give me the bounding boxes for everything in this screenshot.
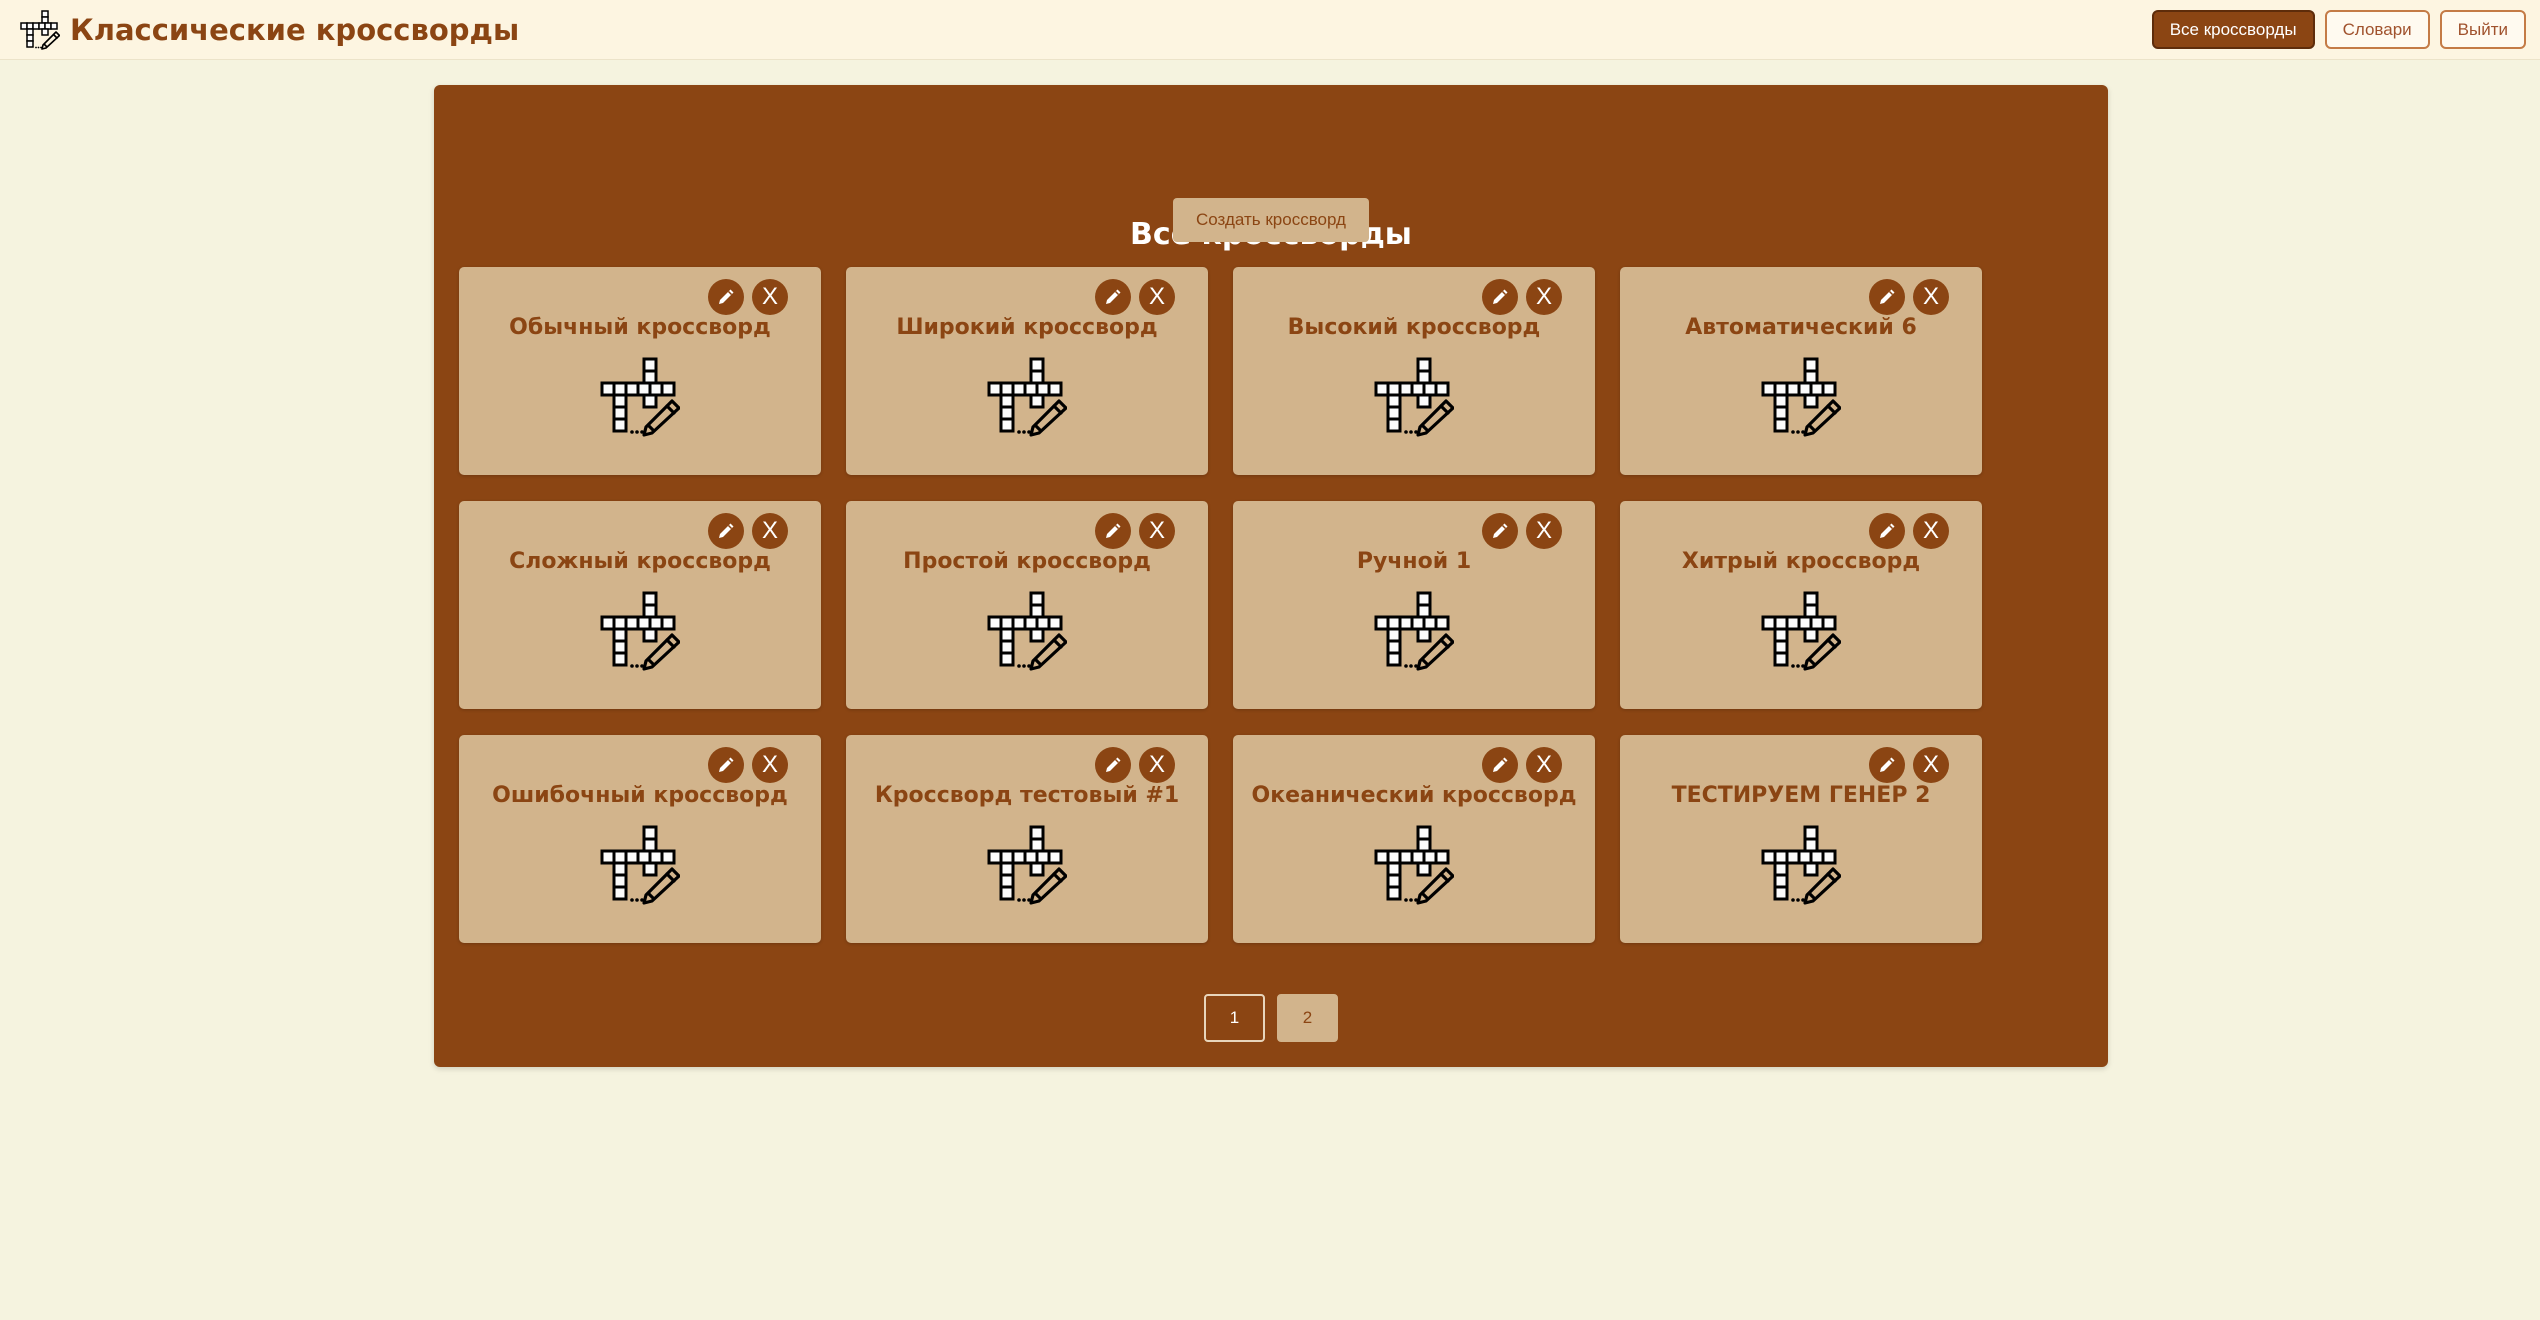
crossword-card[interactable]: ТЕСТИРУЕМ ГЕНЕР 2 X bbox=[1620, 735, 1982, 943]
edit-button[interactable] bbox=[1095, 279, 1131, 315]
pencil-icon bbox=[1877, 287, 1897, 307]
crossword-card[interactable]: Простой кроссворд X bbox=[846, 501, 1208, 709]
crossword-pencil-icon bbox=[600, 591, 680, 671]
crossword-pencil-icon bbox=[987, 591, 1067, 671]
crossword-card-title: Простой кроссворд bbox=[903, 549, 1151, 574]
edit-button[interactable] bbox=[1095, 747, 1131, 783]
crossword-card[interactable]: Широкий кроссворд X bbox=[846, 267, 1208, 475]
pencil-icon bbox=[1103, 287, 1123, 307]
delete-button[interactable]: X bbox=[1913, 279, 1949, 315]
pencil-icon bbox=[716, 755, 736, 775]
crosswords-panel: Все кроссворды Создать кроссворд Обычный… bbox=[434, 85, 2108, 1067]
crossword-card[interactable]: Обычный кроссворд X bbox=[459, 267, 821, 475]
crossword-card[interactable]: Ручной 1 X bbox=[1233, 501, 1595, 709]
pencil-icon bbox=[1490, 287, 1510, 307]
nav-logout-button[interactable]: Выйти bbox=[2439, 10, 2526, 49]
crossword-pencil-icon bbox=[1761, 825, 1841, 905]
crossword-pencil-icon bbox=[20, 10, 60, 50]
pagination: 1 2 bbox=[434, 994, 2108, 1042]
edit-button[interactable] bbox=[1095, 513, 1131, 549]
crossword-pencil-icon bbox=[1374, 591, 1454, 671]
edit-button[interactable] bbox=[1869, 279, 1905, 315]
edit-button[interactable] bbox=[1482, 279, 1518, 315]
app-title: Классические кроссворды bbox=[70, 13, 520, 47]
delete-button[interactable]: X bbox=[1913, 747, 1949, 783]
crossword-card[interactable]: Хитрый кроссворд X bbox=[1620, 501, 1982, 709]
crossword-card-title: Сложный кроссворд bbox=[509, 549, 771, 574]
crossword-card-title: Обычный кроссворд bbox=[509, 315, 771, 340]
crossword-card-title: Широкий кроссворд bbox=[896, 315, 1158, 340]
delete-button[interactable]: X bbox=[1526, 747, 1562, 783]
crossword-pencil-icon bbox=[1761, 591, 1841, 671]
crossword-card[interactable]: Автоматический 6 X bbox=[1620, 267, 1982, 475]
delete-button[interactable]: X bbox=[752, 279, 788, 315]
edit-button[interactable] bbox=[708, 747, 744, 783]
pencil-icon bbox=[1490, 755, 1510, 775]
page-1-button[interactable]: 1 bbox=[1204, 994, 1265, 1042]
top-nav: Все кроссворды Словари Выйти bbox=[2151, 10, 2526, 49]
crossword-pencil-icon bbox=[987, 825, 1067, 905]
edit-button[interactable] bbox=[708, 513, 744, 549]
crossword-card-title: Автоматический 6 bbox=[1685, 315, 1917, 340]
crossword-card-title: ТЕСТИРУЕМ ГЕНЕР 2 bbox=[1671, 783, 1931, 808]
crossword-card-title: Хитрый кроссворд bbox=[1681, 549, 1921, 574]
crossword-pencil-icon bbox=[987, 357, 1067, 437]
pencil-icon bbox=[1103, 521, 1123, 541]
crossword-card[interactable]: Сложный кроссворд X bbox=[459, 501, 821, 709]
crossword-card-title: Высокий кроссворд bbox=[1287, 315, 1541, 340]
crossword-card-title: Ручной 1 bbox=[1356, 549, 1472, 574]
crossword-pencil-icon bbox=[600, 357, 680, 437]
delete-button[interactable]: X bbox=[1139, 513, 1175, 549]
delete-button[interactable]: X bbox=[1526, 513, 1562, 549]
pencil-icon bbox=[1877, 521, 1897, 541]
edit-button[interactable] bbox=[708, 279, 744, 315]
edit-button[interactable] bbox=[1482, 747, 1518, 783]
crossword-card[interactable]: Высокий кроссворд X bbox=[1233, 267, 1595, 475]
crossword-card[interactable]: Океанический кроссворд X bbox=[1233, 735, 1595, 943]
crossword-grid: Обычный кроссворд X Широкий кроссворд X … bbox=[459, 267, 1982, 943]
delete-button[interactable]: X bbox=[1526, 279, 1562, 315]
nav-all-crosswords-button[interactable]: Все кроссворды bbox=[2151, 10, 2315, 49]
delete-button[interactable]: X bbox=[1139, 747, 1175, 783]
delete-button[interactable]: X bbox=[1913, 513, 1949, 549]
pencil-icon bbox=[716, 521, 736, 541]
crossword-pencil-icon bbox=[600, 825, 680, 905]
pencil-icon bbox=[1877, 755, 1897, 775]
crossword-pencil-icon bbox=[1761, 357, 1841, 437]
crossword-card[interactable]: Ошибочный кроссворд X bbox=[459, 735, 821, 943]
pencil-icon bbox=[1490, 521, 1510, 541]
crossword-card[interactable]: Кроссворд тестовый #1 X bbox=[846, 735, 1208, 943]
top-navbar: Классические кроссворды Все кроссворды С… bbox=[0, 0, 2540, 60]
nav-dictionaries-button[interactable]: Словари bbox=[2324, 10, 2430, 49]
brand[interactable]: Классические кроссворды bbox=[20, 8, 519, 52]
delete-button[interactable]: X bbox=[752, 513, 788, 549]
crossword-pencil-icon bbox=[1374, 357, 1454, 437]
delete-button[interactable]: X bbox=[752, 747, 788, 783]
page-2-button[interactable]: 2 bbox=[1277, 994, 1338, 1042]
pencil-icon bbox=[1103, 755, 1123, 775]
pencil-icon bbox=[716, 287, 736, 307]
create-crossword-button[interactable]: Создать кроссворд bbox=[1173, 198, 1369, 242]
crossword-card-title: Океанический кроссворд bbox=[1251, 783, 1577, 808]
crossword-card-title: Ошибочный кроссворд bbox=[492, 783, 788, 808]
edit-button[interactable] bbox=[1482, 513, 1518, 549]
crossword-card-title: Кроссворд тестовый #1 bbox=[874, 783, 1180, 808]
edit-button[interactable] bbox=[1869, 513, 1905, 549]
delete-button[interactable]: X bbox=[1139, 279, 1175, 315]
edit-button[interactable] bbox=[1869, 747, 1905, 783]
crossword-pencil-icon bbox=[1374, 825, 1454, 905]
